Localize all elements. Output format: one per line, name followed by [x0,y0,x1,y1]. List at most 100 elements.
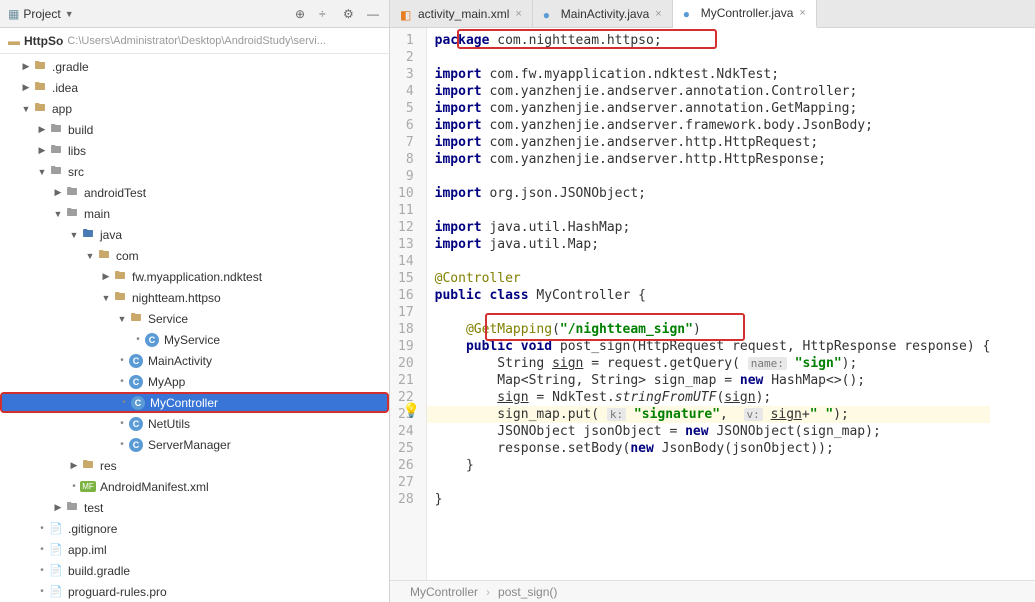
line-number[interactable]: 28 [398,491,414,508]
tab-mainactivity-java[interactable]: ●MainActivity.java× [533,0,673,27]
intent-bulb-icon[interactable]: 💡 [403,403,420,420]
tree-item-mainactivity[interactable]: •CMainActivity [0,350,389,371]
line-number[interactable]: 1 [398,32,414,49]
code-line[interactable]: response.setBody(new JsonBody(jsonObject… [435,440,991,457]
arrow-down-icon[interactable]: ▼ [68,230,80,240]
line-number[interactable]: 11 [398,202,414,219]
line-number[interactable]: 13 [398,236,414,253]
code-line[interactable]: @Controller [435,270,991,287]
tree-item-netutils[interactable]: •CNetUtils [0,413,389,434]
code-line[interactable] [435,49,991,66]
code-line[interactable]: sign_map.put( k: "signature", v: sign+" … [427,406,991,423]
line-number[interactable]: 7 [398,134,414,151]
close-icon[interactable]: × [515,8,521,20]
tree-item-fw-myapplication-ndktest[interactable]: ▶🖿fw.myapplication.ndktest [0,266,389,287]
tree-item-app-iml[interactable]: •📄app.iml [0,539,389,560]
code-line[interactable]: import com.yanzhenjie.andserver.framewor… [435,117,991,134]
arrow-right-icon[interactable]: ▶ [20,61,32,72]
code-line[interactable] [435,474,991,491]
arrow-right-icon[interactable]: ▶ [68,460,80,471]
hide-icon[interactable]: — [367,7,381,21]
line-number[interactable]: 25 [398,440,414,457]
tree-item-com[interactable]: ▼🖿com [0,245,389,266]
close-icon[interactable]: × [799,7,805,19]
arrow-right-icon[interactable]: ▶ [20,82,32,93]
line-number[interactable]: 20 [398,355,414,372]
tab-activity-main-xml[interactable]: ◧activity_main.xml× [390,0,533,27]
tree-item-nightteam-httpso[interactable]: ▼🖿nightteam.httpso [0,287,389,308]
tree-item-test[interactable]: ▶🖿test [0,497,389,518]
line-number[interactable]: 8 [398,151,414,168]
code-line[interactable]: import com.fw.myapplication.ndktest.NdkT… [435,66,991,83]
tree-item-java[interactable]: ▼🖿java [0,224,389,245]
code-line[interactable]: import com.yanzhenjie.andserver.http.Htt… [435,151,991,168]
arrow-right-icon[interactable]: ▶ [52,187,64,198]
sidebar-title[interactable]: Project [23,7,60,21]
arrow-right-icon[interactable]: ▶ [52,502,64,513]
arrow-down-icon[interactable]: ▼ [36,167,48,177]
line-number[interactable]: 2 [398,49,414,66]
tree-item-build-gradle[interactable]: •📄build.gradle [0,560,389,581]
line-number[interactable]: 19 [398,338,414,355]
chevron-down-icon[interactable]: ▼ [65,9,74,19]
tree-item-androidtest[interactable]: ▶🖿androidTest [0,182,389,203]
line-number[interactable]: 14 [398,253,414,270]
code-content[interactable]: 💡 package com.nightteam.httpso; import c… [427,28,999,580]
code-line[interactable]: import com.yanzhenjie.andserver.annotati… [435,100,991,117]
line-number[interactable]: 21 [398,372,414,389]
line-number[interactable]: 26 [398,457,414,474]
line-number[interactable]: 5 [398,100,414,117]
breadcrumb-root[interactable]: HttpSo [24,34,63,48]
code-line[interactable]: String sign = request.getQuery( name: "s… [435,355,991,372]
collapse-icon[interactable]: ÷ [319,7,333,21]
code-line[interactable] [435,202,991,219]
tree-item-servermanager[interactable]: •CServerManager [0,434,389,455]
arrow-down-icon[interactable]: ▼ [20,104,32,114]
tree-item-libs[interactable]: ▶🖿libs [0,140,389,161]
line-number[interactable]: 9 [398,168,414,185]
tree-item--gitignore[interactable]: •📄.gitignore [0,518,389,539]
line-number[interactable]: 17 [398,304,414,321]
line-number[interactable]: 10 [398,185,414,202]
tree-item-build[interactable]: ▶🖿build [0,119,389,140]
code-line[interactable] [435,253,991,270]
tree-item-androidmanifest-xml[interactable]: •MFAndroidManifest.xml [0,476,389,497]
tree-item-proguard-rules-pro[interactable]: •📄proguard-rules.pro [0,581,389,602]
code-line[interactable] [435,168,991,185]
code-line[interactable]: import com.yanzhenjie.andserver.http.Htt… [435,134,991,151]
arrow-down-icon[interactable]: ▼ [52,209,64,219]
code-line[interactable]: Map<String, String> sign_map = new HashM… [435,372,991,389]
tree-item-mycontroller[interactable]: •CMyController [0,392,389,413]
code-editor[interactable]: 1234567891011121314151617181920212223242… [390,28,1035,580]
code-line[interactable]: public class MyController { [435,287,991,304]
tree-item--idea[interactable]: ▶🖿.idea [0,77,389,98]
arrow-right-icon[interactable]: ▶ [36,124,48,135]
arrow-down-icon[interactable]: ▼ [116,314,128,324]
arrow-down-icon[interactable]: ▼ [84,251,96,261]
status-method[interactable]: post_sign() [498,585,557,599]
line-number[interactable]: 24 [398,423,414,440]
tree-item-myservice[interactable]: •CMyService [0,329,389,350]
line-number[interactable]: 15 [398,270,414,287]
code-line[interactable]: import java.util.Map; [435,236,991,253]
scroll-from-source-icon[interactable]: ⊕ [295,7,309,21]
tree-item-service[interactable]: ▼🖿Service [0,308,389,329]
line-number[interactable]: 27 [398,474,414,491]
line-number[interactable]: 18 [398,321,414,338]
code-line[interactable]: import com.yanzhenjie.andserver.annotati… [435,83,991,100]
line-number[interactable]: 6 [398,117,414,134]
code-line[interactable]: } [435,491,991,508]
tree-item-main[interactable]: ▼🖿main [0,203,389,224]
gear-icon[interactable]: ⚙ [343,7,357,21]
tree-item--gradle[interactable]: ▶🖿.gradle [0,56,389,77]
status-class[interactable]: MyController [410,585,478,599]
line-number[interactable]: 12 [398,219,414,236]
line-number[interactable]: 3 [398,66,414,83]
line-number[interactable]: 16 [398,287,414,304]
tree-item-app[interactable]: ▼🖿app [0,98,389,119]
arrow-down-icon[interactable]: ▼ [100,293,112,303]
arrow-right-icon[interactable]: ▶ [36,145,48,156]
code-line[interactable]: JSONObject jsonObject = new JSONObject(s… [435,423,991,440]
tree-item-res[interactable]: ▶🖿res [0,455,389,476]
tree-item-myapp[interactable]: •CMyApp [0,371,389,392]
